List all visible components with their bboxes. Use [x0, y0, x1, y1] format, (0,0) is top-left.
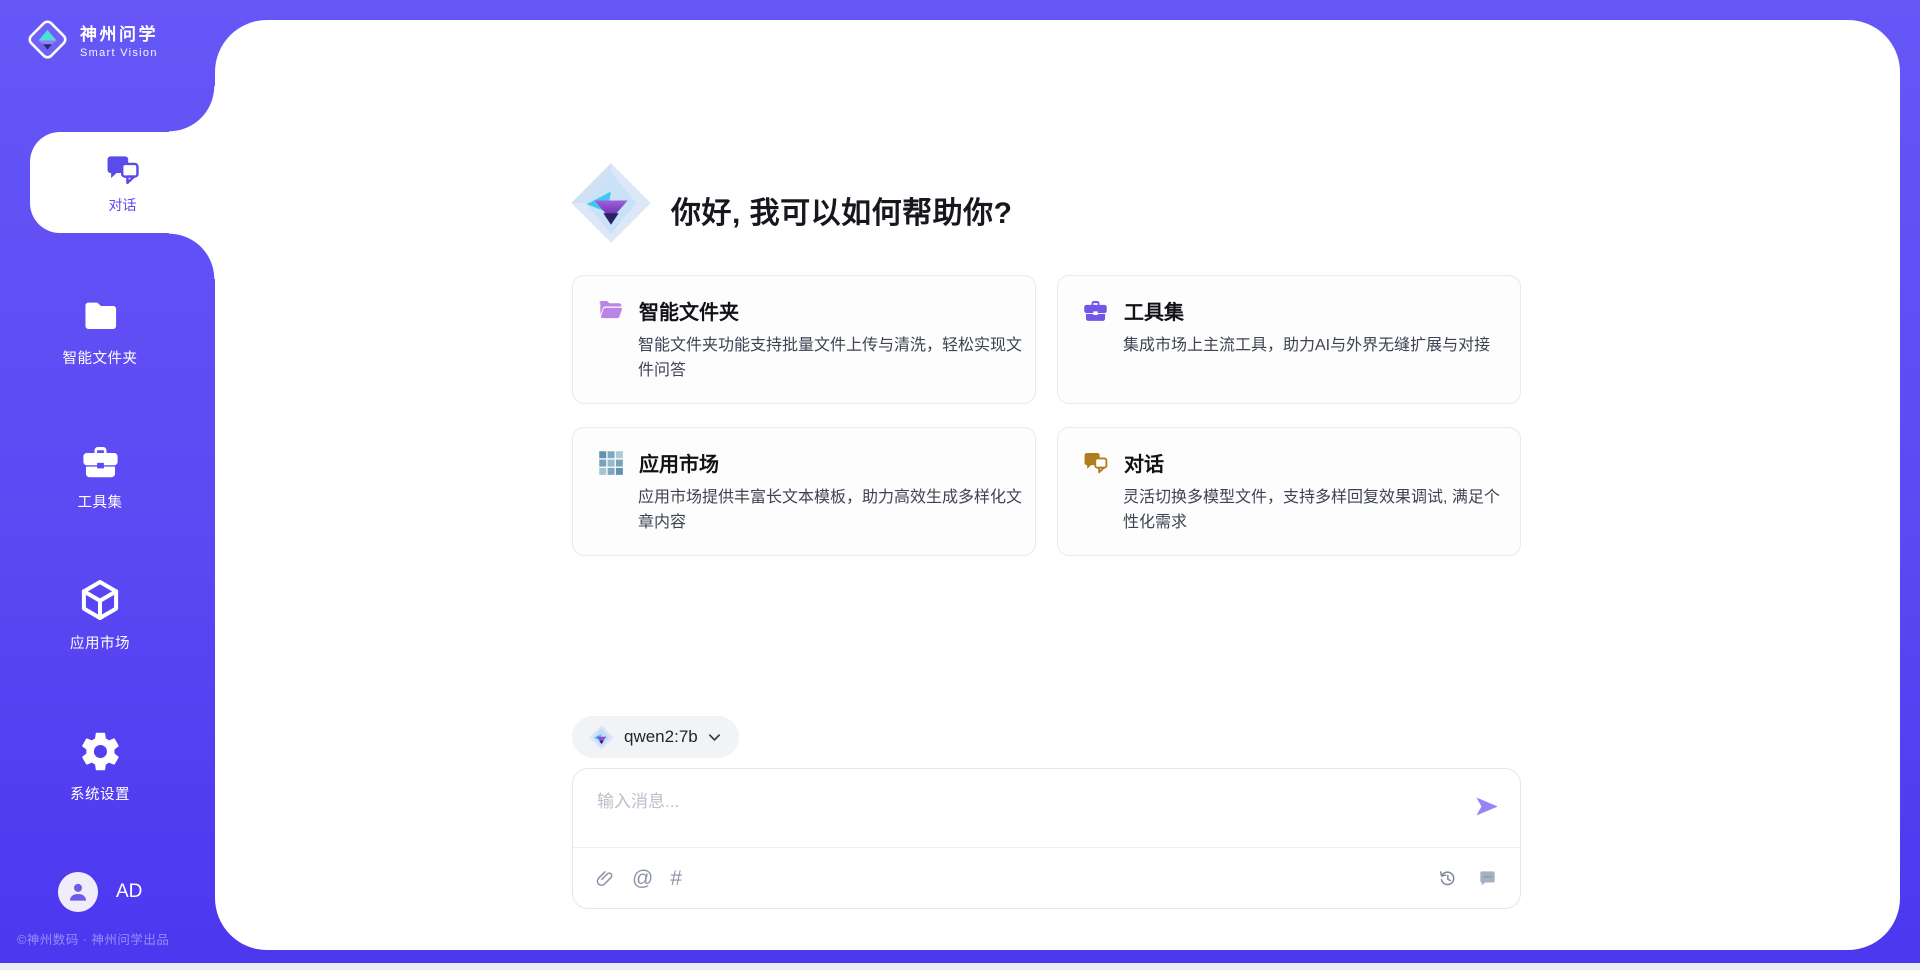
- send-button[interactable]: [1473, 793, 1500, 820]
- card-chat[interactable]: 对话 灵活切换多模型文件，支持多样回复效果调试, 满足个性化需求: [1057, 427, 1521, 556]
- model-name: qwen2:7b: [624, 727, 698, 747]
- chat-bubbles-icon: [1082, 449, 1109, 476]
- avatar: [58, 872, 98, 912]
- sidebar-item-label: 对话: [109, 195, 137, 215]
- cube-icon: [77, 577, 123, 623]
- sidebar-item-chat[interactable]: 对话: [30, 132, 215, 233]
- active-tab-top-curve: [169, 86, 215, 132]
- card-toolset[interactable]: 工具集 集成市场上主流工具，助力AI与外界无缝扩展与对接: [1057, 275, 1521, 404]
- hash-icon: #: [670, 868, 682, 889]
- sidebar-item-app-market[interactable]: 应用市场: [10, 577, 190, 653]
- card-title: 智能文件夹: [639, 296, 739, 325]
- brand-name: 神州问学: [80, 20, 158, 45]
- grid-cube-icon: [597, 449, 624, 476]
- history-clock-icon: [1437, 868, 1458, 889]
- model-logo-icon: [589, 725, 614, 750]
- folder-icon: [80, 297, 121, 338]
- message-composer: @ #: [572, 768, 1521, 909]
- folder-open-icon: [597, 297, 624, 324]
- main-panel: 你好, 我可以如何帮助你? 智能文件夹 智能文件夹功能支持批量文件上传与清洗，轻…: [215, 20, 1900, 950]
- feature-cards: 智能文件夹 智能文件夹功能支持批量文件上传与清洗，轻松实现文件问答 工具集 集成…: [572, 275, 1521, 556]
- gear-icon: [78, 729, 123, 774]
- composer-toolbar: @ #: [573, 848, 1520, 909]
- send-icon: [1473, 793, 1500, 820]
- sidebar-item-settings[interactable]: 系统设置: [10, 729, 190, 804]
- sidebar-item-label: 应用市场: [70, 632, 130, 653]
- user-account[interactable]: AD: [58, 872, 142, 912]
- greeting-title: 你好, 我可以如何帮助你?: [671, 188, 1013, 232]
- toolbox-icon: [1082, 297, 1109, 324]
- copyright-text: ©神州数码 · 神州问学出品: [17, 929, 169, 948]
- card-title: 对话: [1124, 448, 1164, 477]
- chat-bubbles-icon: [104, 151, 141, 188]
- card-title: 应用市场: [639, 448, 719, 477]
- app-logo-icon: [24, 16, 71, 63]
- chevron-down-icon: [707, 730, 722, 745]
- sidebar-item-smart-folders[interactable]: 智能文件夹: [10, 297, 190, 368]
- card-smart-folders[interactable]: 智能文件夹 智能文件夹功能支持批量文件上传与清洗，轻松实现文件问答: [572, 275, 1036, 404]
- card-description: 智能文件夹功能支持批量文件上传与清洗，轻松实现文件问答: [638, 334, 1023, 384]
- quick-chat-button[interactable]: [1477, 868, 1498, 889]
- model-selector[interactable]: qwen2:7b: [572, 716, 739, 758]
- assistant-logo-icon: [570, 162, 652, 249]
- active-tab-bottom-curve: [169, 233, 215, 279]
- sidebar-item-label: 系统设置: [70, 783, 130, 804]
- brand-subtitle: Smart Vision: [80, 47, 158, 59]
- paperclip-icon: [595, 869, 615, 889]
- card-app-market[interactable]: 应用市场 应用市场提供丰富长文本模板，助力高效生成多样化文章内容: [572, 427, 1036, 556]
- card-description: 集成市场上主流工具，助力AI与外界无缝扩展与对接: [1123, 334, 1508, 359]
- history-button[interactable]: [1437, 868, 1458, 889]
- brand: 神州问学 Smart Vision: [24, 16, 158, 63]
- sidebar-item-label: 工具集: [78, 491, 123, 512]
- card-description: 灵活切换多模型文件，支持多样回复效果调试, 满足个性化需求: [1123, 486, 1508, 536]
- card-title: 工具集: [1124, 296, 1184, 325]
- message-input[interactable]: [597, 787, 1447, 839]
- toolbox-icon: [80, 441, 121, 482]
- mention-button[interactable]: @: [632, 868, 653, 889]
- at-sign-icon: @: [632, 868, 653, 889]
- chat-bubble-icon: [1477, 868, 1498, 889]
- sidebar-item-toolset[interactable]: 工具集: [10, 441, 190, 512]
- user-initials: AD: [116, 881, 142, 903]
- card-description: 应用市场提供丰富长文本模板，助力高效生成多样化文章内容: [638, 486, 1023, 536]
- attach-button[interactable]: [595, 869, 615, 889]
- horizontal-scrollbar-track[interactable]: [0, 963, 1920, 970]
- hashtag-button[interactable]: #: [670, 868, 682, 889]
- sidebar-item-label: 智能文件夹: [63, 347, 138, 368]
- app-root: 神州问学 Smart Vision 对话 智能文件夹: [0, 0, 1920, 970]
